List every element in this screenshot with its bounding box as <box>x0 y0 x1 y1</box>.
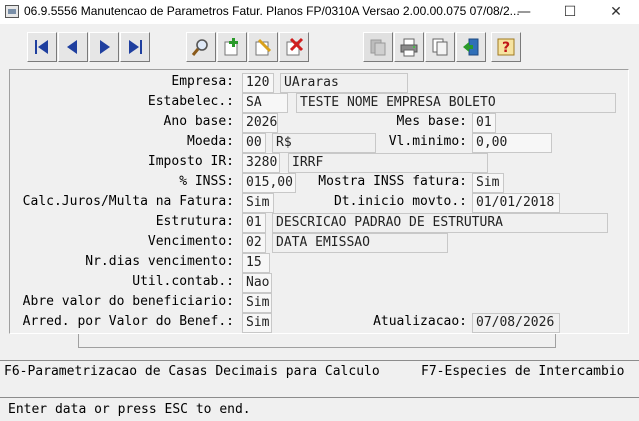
vencimento-label: Vencimento: <box>147 234 234 249</box>
last-record-icon <box>129 40 142 54</box>
window-title: 06.9.5556 Manutencao de Parametros Fatur… <box>24 4 520 18</box>
vencimento-code-field[interactable]: 02 <box>242 233 266 253</box>
edit-button[interactable] <box>248 32 278 62</box>
function-key-bar: F6-Parametrizacao de Casas Decimais para… <box>0 360 639 383</box>
exit-door-icon <box>463 38 479 56</box>
estrutura-desc-field: DESCRICAO PADRAO DE ESTRUTURA <box>272 213 608 233</box>
ano-base-field[interactable]: 2026 <box>242 113 278 133</box>
magnifier-icon <box>191 39 208 56</box>
next-record-button[interactable] <box>89 32 119 62</box>
svg-text:?: ? <box>502 40 510 56</box>
calc-juros-label: Calc.Juros/Multa na Fatura: <box>22 194 234 209</box>
inss-field[interactable]: 015,00 <box>242 173 296 193</box>
mes-base-field[interactable]: 01 <box>472 113 496 133</box>
imposto-ir-code-field[interactable]: 3280 <box>242 153 280 173</box>
delete-icon <box>286 37 304 56</box>
app-icon <box>5 5 19 18</box>
panel-frame-bottom <box>78 334 556 348</box>
message-bar: Enter data or press ESC to end. <box>0 397 639 421</box>
vl-minimo-field[interactable]: 0,00 <box>472 133 552 153</box>
mes-base-label: Mes base: <box>396 114 467 129</box>
f7-shortcut[interactable]: F7-Especies de Intercambio <box>421 364 625 379</box>
nr-dias-label: Nr.dias vencimento: <box>85 254 234 269</box>
help-button[interactable]: ? <box>491 32 521 62</box>
ano-base-label: Ano base: <box>163 114 234 129</box>
imposto-ir-desc-field: IRRF <box>288 153 488 173</box>
zoom-button[interactable] <box>186 32 216 62</box>
atualizacao-field: 07/08/2026 <box>472 313 560 333</box>
help-icon: ? <box>497 38 515 56</box>
copy-disabled-icon <box>370 39 386 56</box>
empresa-desc-field: UAraras <box>280 73 408 93</box>
title-bar: 06.9.5556 Manutencao de Parametros Fatur… <box>0 0 639 24</box>
edit-icon <box>255 38 272 56</box>
mostra-inss-label: Mostra INSS fatura: <box>318 174 467 189</box>
abre-valor-field[interactable]: Sim <box>242 293 272 313</box>
abre-valor-label: Abre valor do beneficiario: <box>22 294 234 309</box>
dt-inicio-field[interactable]: 01/01/2018 <box>472 193 560 213</box>
printer-icon <box>400 38 418 57</box>
add-button[interactable] <box>217 32 247 62</box>
moeda-label: Moeda: <box>187 134 234 149</box>
moeda-code-field[interactable]: 00 <box>242 133 266 153</box>
inss-label: % INSS: <box>179 174 234 189</box>
maximize-button[interactable]: ☐ <box>547 0 593 24</box>
calc-juros-field[interactable]: Sim <box>242 193 274 213</box>
first-record-icon <box>35 40 48 54</box>
empresa-code-field[interactable]: 120 <box>242 73 274 93</box>
f6-shortcut[interactable]: F6-Parametrizacao de Casas Decimais para… <box>4 364 380 379</box>
estrutura-label: Estrutura: <box>155 214 234 229</box>
print-button[interactable] <box>394 32 424 62</box>
util-contab-field[interactable]: Nao <box>242 273 272 293</box>
add-icon <box>224 38 238 56</box>
estrutura-code-field[interactable]: 01 <box>242 213 266 233</box>
last-record-button[interactable] <box>120 32 150 62</box>
exit-button[interactable] <box>456 32 486 62</box>
empresa-label: Empresa: <box>171 74 234 89</box>
estabelec-code-field[interactable]: SA <box>242 93 288 113</box>
atualizacao-label: Atualizacao: <box>373 314 467 329</box>
estabelec-desc-field: TESTE NOME EMPRESA BOLETO <box>296 93 616 113</box>
minimize-button[interactable]: — <box>501 0 547 24</box>
first-record-button[interactable] <box>27 32 57 62</box>
copy-button[interactable] <box>425 32 455 62</box>
close-window-button[interactable]: ✕ <box>593 0 639 24</box>
previous-record-button[interactable] <box>58 32 88 62</box>
mostra-inss-field[interactable]: Sim <box>472 173 504 193</box>
imposto-ir-label: Imposto IR: <box>147 154 234 169</box>
dt-inicio-label: Dt.inicio movto.: <box>333 194 467 209</box>
copy-icon <box>432 38 448 56</box>
nr-dias-field[interactable]: 15 <box>242 253 270 273</box>
util-contab-label: Util.contab.: <box>132 274 234 289</box>
copy-disabled-button[interactable] <box>363 32 393 62</box>
next-record-icon <box>100 40 110 54</box>
vencimento-desc-field: DATA EMISSAO <box>272 233 448 253</box>
moeda-desc-field: R$ <box>272 133 376 153</box>
arred-label: Arred. por Valor do Benef.: <box>22 314 234 329</box>
vl-minimo-label: Vl.minimo: <box>388 134 467 149</box>
arred-field[interactable]: Sim <box>242 313 272 333</box>
delete-button[interactable] <box>279 32 309 62</box>
previous-record-icon <box>67 40 77 54</box>
status-message: Enter data or press ESC to end. <box>8 402 251 417</box>
estabelec-label: Estabelec.: <box>147 94 234 109</box>
